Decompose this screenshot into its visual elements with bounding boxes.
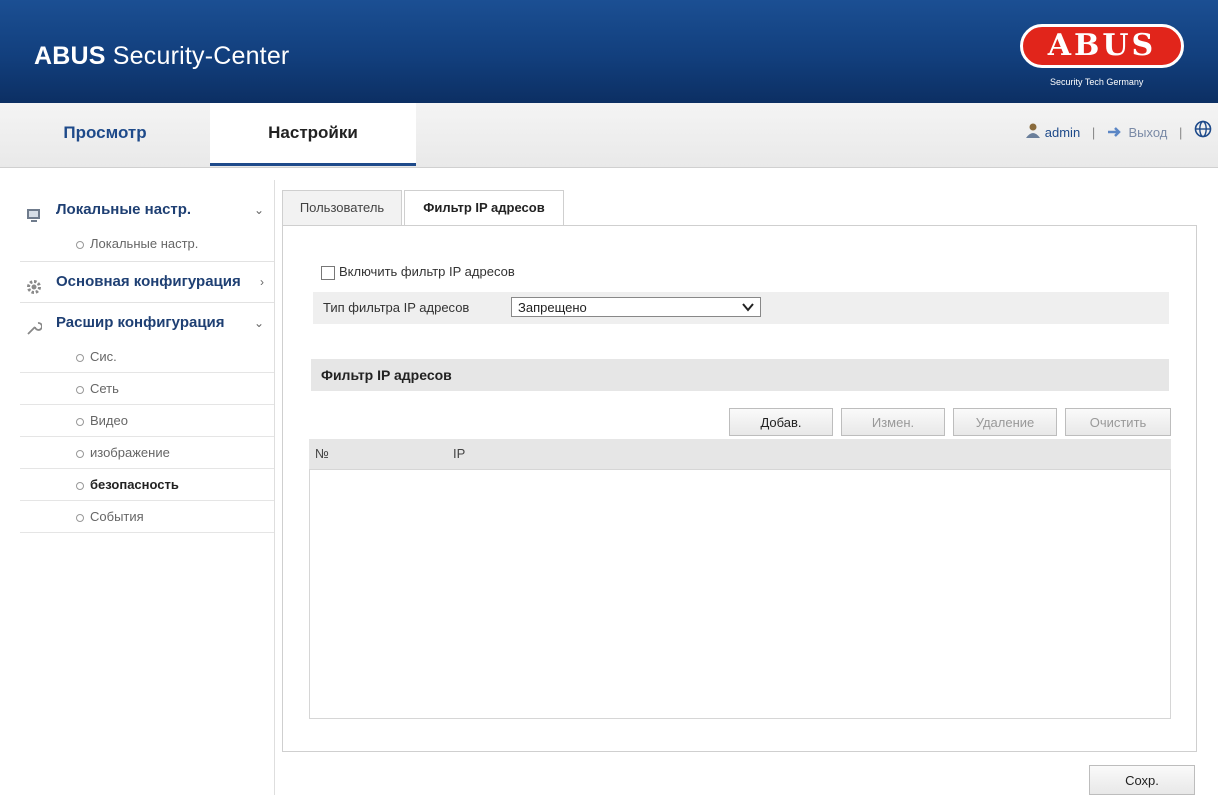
table-header: № IP — [309, 439, 1171, 469]
user-area: admin | Выход | — [1025, 103, 1218, 163]
tab-view[interactable]: Просмотр — [0, 103, 210, 163]
filter-type-label: Тип фильтра IP адресов — [323, 300, 470, 315]
enable-ip-filter-row: Включить фильтр IP адресов — [321, 264, 515, 280]
save-button[interactable]: Сохр. — [1089, 765, 1195, 795]
sidebar-group-basic-config[interactable]: Основная конфигурация › — [20, 264, 274, 300]
user-icon — [1025, 104, 1041, 164]
chevron-down-icon — [742, 298, 754, 318]
sidebar-item-local-settings[interactable]: Локальные настр. — [20, 228, 274, 259]
ip-filter-panel: Включить фильтр IP адресов Тип фильтра I… — [282, 225, 1197, 752]
chevron-right-icon[interactable]: › — [260, 264, 264, 300]
section-title: Фильтр IP адресов — [311, 359, 1169, 391]
delete-button[interactable]: Удаление — [953, 408, 1057, 436]
chevron-down-icon[interactable]: ⌄ — [254, 192, 264, 228]
chevron-down-icon[interactable]: ⌄ — [254, 305, 264, 341]
sidebar-item-video[interactable]: Видео — [20, 405, 274, 437]
sidebar-group-local[interactable]: Локальные настр. ⌄ — [20, 192, 274, 228]
tab-settings[interactable]: Настройки — [210, 103, 416, 166]
sidebar-item-system[interactable]: Сис. — [20, 341, 274, 373]
abus-logo: ABUS Security Tech Germany — [1020, 24, 1188, 94]
clear-button[interactable]: Очистить — [1065, 408, 1171, 436]
globe-icon[interactable] — [1194, 104, 1212, 164]
logo-subtitle: Security Tech Germany — [1050, 77, 1144, 87]
sidebar-item-events[interactable]: События — [20, 501, 274, 533]
gear-icon — [26, 273, 42, 294]
top-navigation: Просмотр Настройки admin | Выход | — [0, 103, 1218, 168]
separator: | — [1091, 125, 1096, 140]
app-header: ABUS Security-Center ABUS Security Tech … — [0, 0, 1218, 103]
column-number: № — [315, 446, 329, 461]
enable-ip-filter-label: Включить фильтр IP адресов — [339, 264, 515, 279]
logout-icon — [1107, 104, 1125, 164]
sidebar: Локальные настр. ⌄ Локальные настр. Осно… — [20, 192, 274, 533]
filter-type-select[interactable]: Запрещено — [511, 297, 761, 317]
sidebar-group-advanced-config[interactable]: Расшир конфигурация ⌄ — [20, 305, 274, 341]
column-ip: IP — [453, 446, 466, 461]
ip-table-body[interactable] — [309, 469, 1171, 719]
username-link[interactable]: admin — [1045, 125, 1080, 140]
sidebar-item-image[interactable]: изображение — [20, 437, 274, 469]
sidebar-item-network[interactable]: Сеть — [20, 373, 274, 405]
separator: | — [1178, 125, 1183, 140]
wrench-icon — [26, 314, 43, 335]
filter-type-row: Тип фильтра IP адресов Запрещено — [313, 292, 1169, 324]
sidebar-item-security[interactable]: безопасность — [20, 469, 274, 501]
tab-user[interactable]: Пользователь — [282, 190, 402, 225]
edit-button[interactable]: Измен. — [841, 408, 945, 436]
enable-ip-filter-checkbox[interactable] — [321, 265, 335, 280]
tab-ip-filter[interactable]: Фильтр IP адресов — [404, 190, 564, 227]
logout-link[interactable]: Выход — [1128, 125, 1167, 140]
app-title: ABUS Security-Center — [34, 42, 290, 70]
local-settings-icon — [26, 201, 42, 222]
sidebar-divider — [274, 180, 275, 795]
add-button[interactable]: Добав. — [729, 408, 833, 436]
